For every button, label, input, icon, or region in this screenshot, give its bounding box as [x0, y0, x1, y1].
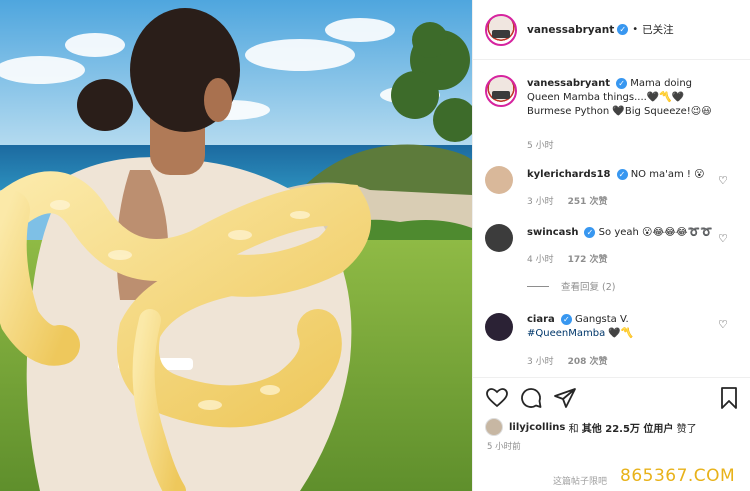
comment-meta: 3 小时 251 次赞	[527, 194, 622, 207]
verified-badge-icon: ✓	[616, 77, 628, 89]
comment-username[interactable]: kylerichards18	[527, 169, 611, 180]
comment-username[interactable]: swincash	[527, 227, 578, 238]
commenter-avatar[interactable]	[485, 166, 513, 194]
post-photo	[0, 0, 472, 491]
caption-body: vanessabryant ✓ Mama doing Queen Mamba th…	[527, 77, 727, 119]
verified-badge-icon: ✓	[617, 24, 629, 35]
comment-like-heart-icon[interactable]: ♡	[718, 175, 729, 186]
comment-item: swincash ✓ So yeah 😮😂😂😂➰➰ 4 小时 172 次赞 ♡	[485, 224, 739, 270]
liked-by-others[interactable]: 其他 22.5万 位用户	[582, 420, 674, 435]
liked-by-suffix: 赞了	[676, 423, 697, 435]
comment-item: kylerichards18 ✓ NO ma'am ! 😮 3 小时 251 次赞 …	[485, 166, 739, 212]
action-icons-row	[485, 386, 741, 412]
view-replies-label: 查看回复 (2)	[561, 282, 616, 293]
comment-likes[interactable]: 251 次赞	[568, 197, 608, 207]
comment-text: Gangsta V.	[574, 314, 629, 325]
commenter-avatar[interactable]	[485, 313, 513, 341]
liker-username[interactable]: lilyjcollins	[509, 422, 565, 433]
liked-by-line: lilyjcollins 和 其他 22.5万 位用户 赞了	[485, 418, 697, 436]
verified-badge-icon: ✓	[616, 168, 628, 180]
caption-time[interactable]: 5 小时	[527, 141, 554, 151]
commenter-avatar[interactable]	[485, 224, 513, 252]
caption-avatar[interactable]	[485, 75, 517, 107]
comment-like-heart-icon[interactable]: ♡	[718, 319, 729, 330]
comment-text: So yeah 😮😂😂😂➰➰	[598, 227, 713, 238]
comment-time[interactable]: 3 小时	[527, 197, 554, 207]
comment-item: ciara ✓ Gangsta V. #QueenMamba 🖤〽️ 3 小时 20…	[485, 313, 739, 373]
header-separator: •	[632, 24, 639, 35]
photo-scene	[0, 0, 472, 491]
liker-avatar[interactable]	[485, 418, 503, 436]
comment-likes[interactable]: 208 次赞	[568, 357, 608, 367]
comment-hashtag[interactable]: #QueenMamba	[527, 328, 605, 339]
bookmark-icon[interactable]	[717, 386, 741, 410]
author-avatar[interactable]	[485, 13, 517, 46]
verified-badge-icon: ✓	[560, 313, 572, 325]
caption-meta: 5 小时	[527, 138, 568, 151]
share-icon[interactable]	[553, 386, 577, 410]
replies-divider	[527, 285, 549, 287]
comment-likes[interactable]: 172 次赞	[568, 255, 608, 265]
caption-username[interactable]: vanessabryant	[527, 78, 610, 89]
comment-like-heart-icon[interactable]: ♡	[718, 233, 729, 244]
comment-meta: 4 小时 172 次赞	[527, 252, 622, 265]
comment-time[interactable]: 4 小时	[527, 255, 554, 265]
comment-time[interactable]: 3 小时	[527, 357, 554, 367]
comment-body: ciara ✓ Gangsta V. #QueenMamba 🖤〽️	[527, 313, 727, 341]
liked-by-connector: 和	[568, 423, 579, 435]
author-username[interactable]: vanessabryant	[527, 24, 614, 36]
view-replies-button[interactable]: 查看回复 (2)	[527, 279, 615, 293]
follow-status-button[interactable]: 已关注	[642, 22, 674, 37]
verified-badge-icon: ✓	[584, 226, 596, 238]
post-header: vanessabryant ✓ • 已关注	[473, 0, 750, 60]
post-timestamp[interactable]: 5 小时前	[487, 440, 521, 452]
comment-text: NO ma'am ! 😮	[630, 169, 705, 180]
comment-username[interactable]: ciara	[527, 314, 555, 325]
heart-icon[interactable]	[485, 386, 509, 410]
site-watermark: 865367.COM	[620, 466, 736, 486]
comment-suffix: 🖤〽️	[608, 328, 634, 339]
post-side-panel: vanessabryant ✓ • 已关注 vanessabryant ✓ Mam…	[472, 0, 750, 491]
comment-body: kylerichards18 ✓ NO ma'am ! 😮	[527, 168, 727, 182]
comment-icon[interactable]	[519, 386, 543, 410]
comment-body: swincash ✓ So yeah 😮😂😂😂➰➰	[527, 226, 727, 240]
caption: vanessabryant ✓ Mama doing Queen Mamba th…	[485, 75, 739, 165]
comment-meta: 3 小时 208 次赞	[527, 354, 622, 367]
footer-notice: 这篇帖子限吧	[553, 477, 608, 487]
